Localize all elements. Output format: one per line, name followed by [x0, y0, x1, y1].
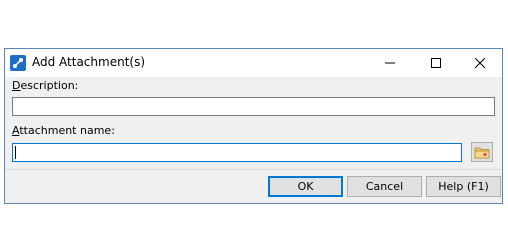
- ok-button[interactable]: OK: [268, 176, 343, 197]
- description-input[interactable]: [12, 97, 495, 116]
- close-button[interactable]: [457, 49, 503, 77]
- maximize-icon: [431, 58, 441, 68]
- title-bar[interactable]: Add Attachment(s): [5, 49, 502, 77]
- text-caret: [15, 146, 16, 159]
- cancel-button[interactable]: Cancel: [347, 176, 422, 197]
- button-bar: OK Cancel Help (F1): [5, 169, 502, 203]
- folder-icon: [474, 147, 490, 159]
- minimize-button[interactable]: [367, 49, 413, 77]
- attachment-name-label: Attachment name:: [12, 124, 115, 137]
- app-icon: [10, 55, 26, 71]
- dialog-body: Description: Attachment name:: [5, 77, 502, 170]
- browse-button[interactable]: [471, 142, 493, 162]
- minimize-icon: [385, 62, 395, 64]
- dialog-title: Add Attachment(s): [32, 55, 146, 69]
- help-button[interactable]: Help (F1): [426, 176, 501, 197]
- maximize-button[interactable]: [413, 49, 459, 77]
- attachment-name-input[interactable]: [12, 143, 462, 162]
- description-label: Description:: [12, 79, 79, 92]
- close-icon: [475, 58, 485, 68]
- add-attachment-dialog: Add Attachment(s) Description: Attachmen…: [4, 48, 503, 204]
